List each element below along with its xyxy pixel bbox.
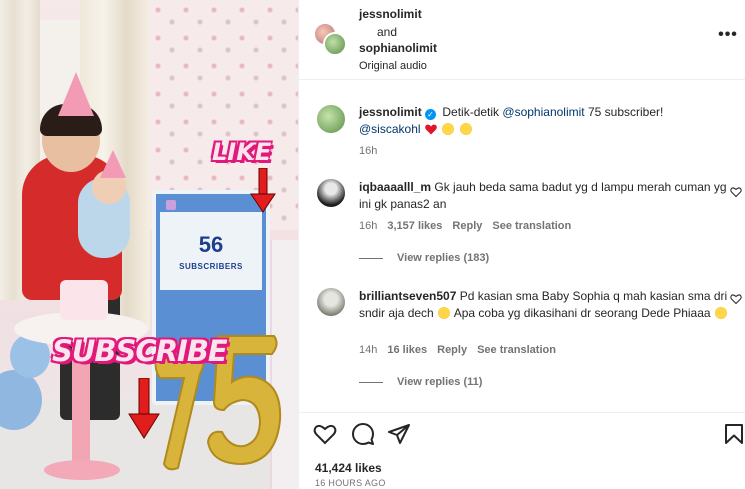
more-options-icon[interactable]: ••• xyxy=(718,27,738,44)
audio-label[interactable]: Original audio xyxy=(359,60,427,72)
comment-like-heart-icon[interactable] xyxy=(730,293,742,305)
divider-line xyxy=(359,381,383,383)
comment-like-heart-icon[interactable] xyxy=(730,186,742,198)
caption-mention-1[interactable]: @sophianolimit xyxy=(502,105,584,119)
crying-laughing-emoji-icon xyxy=(438,307,451,319)
comment-text: brilliantseven507 Pd kasian sma Baby Sop… xyxy=(359,288,729,322)
baby-party-hat xyxy=(100,150,126,178)
see-translation-button[interactable]: See translation xyxy=(477,344,556,356)
comment-icon[interactable] xyxy=(351,422,375,446)
header-username-2[interactable]: sophianolimit xyxy=(359,41,437,55)
view-replies-button[interactable]: View replies (11) xyxy=(359,376,482,388)
caption-body-2: 75 subscriber! xyxy=(587,105,664,119)
caption-text: jessnolimit ✓ Detik-detik @sophianolimit… xyxy=(359,104,729,138)
like-sticker: LIKE xyxy=(212,138,272,166)
reply-button[interactable]: Reply xyxy=(437,344,467,356)
avatar[interactable] xyxy=(315,103,347,135)
post-timestamp[interactable]: 16 HOURS AGO xyxy=(315,478,386,488)
comment-text: iqbaaaalll_m Gk jauh beda sama badut yg … xyxy=(359,179,729,213)
share-icon[interactable] xyxy=(387,422,411,446)
red-arrow-down-icon xyxy=(250,168,276,213)
view-replies-label[interactable]: View replies (183) xyxy=(397,252,489,264)
caption-time: 16h xyxy=(359,145,378,157)
collab-avatars[interactable] xyxy=(313,22,349,56)
heart-icon[interactable] xyxy=(313,422,337,446)
party-hat xyxy=(58,72,94,116)
see-translation-button[interactable]: See translation xyxy=(492,220,571,232)
header-username-1[interactable]: jessnolimit xyxy=(359,7,422,21)
channel-logo xyxy=(166,200,176,210)
caption-body: Detik-detik xyxy=(442,105,500,119)
view-replies-button[interactable]: View replies (183) xyxy=(359,252,489,264)
comment-time: 14h xyxy=(359,344,378,356)
caption-username[interactable]: jessnolimit xyxy=(359,105,422,119)
caption-mention-2[interactable]: @siscakohl xyxy=(359,122,421,136)
caption-meta: 16h xyxy=(359,145,377,157)
table-base xyxy=(44,460,120,480)
view-replies-label[interactable]: View replies (11) xyxy=(397,376,482,388)
comment-username[interactable]: brilliantseven507 xyxy=(359,289,456,303)
subscribe-sticker: SUBSCRIBE xyxy=(52,334,228,368)
post-header: jessnolimit and sophianolimit Original a… xyxy=(299,0,745,80)
caption-avatar[interactable] xyxy=(315,103,347,135)
reply-button[interactable]: Reply xyxy=(452,220,482,232)
star-struck-emoji-icon xyxy=(714,307,727,319)
comment-avatar[interactable] xyxy=(315,177,347,209)
post-likes-count[interactable]: 41,424 likes xyxy=(315,461,382,475)
comment-likes[interactable]: 3,157 likes xyxy=(387,220,442,232)
avatar[interactable] xyxy=(315,177,347,209)
avatar[interactable] xyxy=(315,286,347,318)
comment-body-2: Apa coba yg dikasihani dr seorang Dede P… xyxy=(453,306,711,320)
post-media-image[interactable]: 56 SUBSCRIBERS LIKE SUBSCRIBE xyxy=(0,0,298,489)
display-header xyxy=(160,198,262,212)
subscriber-label: SUBSCRIBERS xyxy=(179,261,243,271)
comment-meta: 14h 16 likes Reply See translation xyxy=(359,344,556,356)
star-struck-emoji-icon xyxy=(442,123,455,135)
post-actions-bar: 41,424 likes 16 HOURS AGO xyxy=(299,412,745,489)
red-arrow-down-icon xyxy=(128,378,160,439)
divider-line xyxy=(359,257,383,259)
subscriber-count: 56 xyxy=(198,231,224,257)
gold-balloon-7 xyxy=(154,357,205,471)
bookmark-icon[interactable] xyxy=(722,422,745,446)
comment-time: 16h xyxy=(359,220,378,232)
comment-meta: 16h 3,157 likes Reply See translation xyxy=(359,220,571,232)
birthday-cake xyxy=(60,280,108,320)
red-heart-emoji-icon xyxy=(425,124,437,135)
smiling-hearts-emoji-icon xyxy=(459,123,472,135)
display-panel: 56 SUBSCRIBERS xyxy=(160,212,262,290)
header-and-text: and xyxy=(377,25,398,39)
avatar[interactable] xyxy=(323,32,347,56)
comments-section[interactable]: jessnolimit ✓ Detik-detik @sophianolimit… xyxy=(299,81,745,411)
comment-likes[interactable]: 16 likes xyxy=(387,344,427,356)
comment-username[interactable]: iqbaaaalll_m xyxy=(359,180,431,194)
comment-avatar[interactable] xyxy=(315,286,347,318)
post-side-panel: jessnolimit and sophianolimit Original a… xyxy=(298,0,745,489)
verified-icon: ✓ xyxy=(425,109,437,120)
